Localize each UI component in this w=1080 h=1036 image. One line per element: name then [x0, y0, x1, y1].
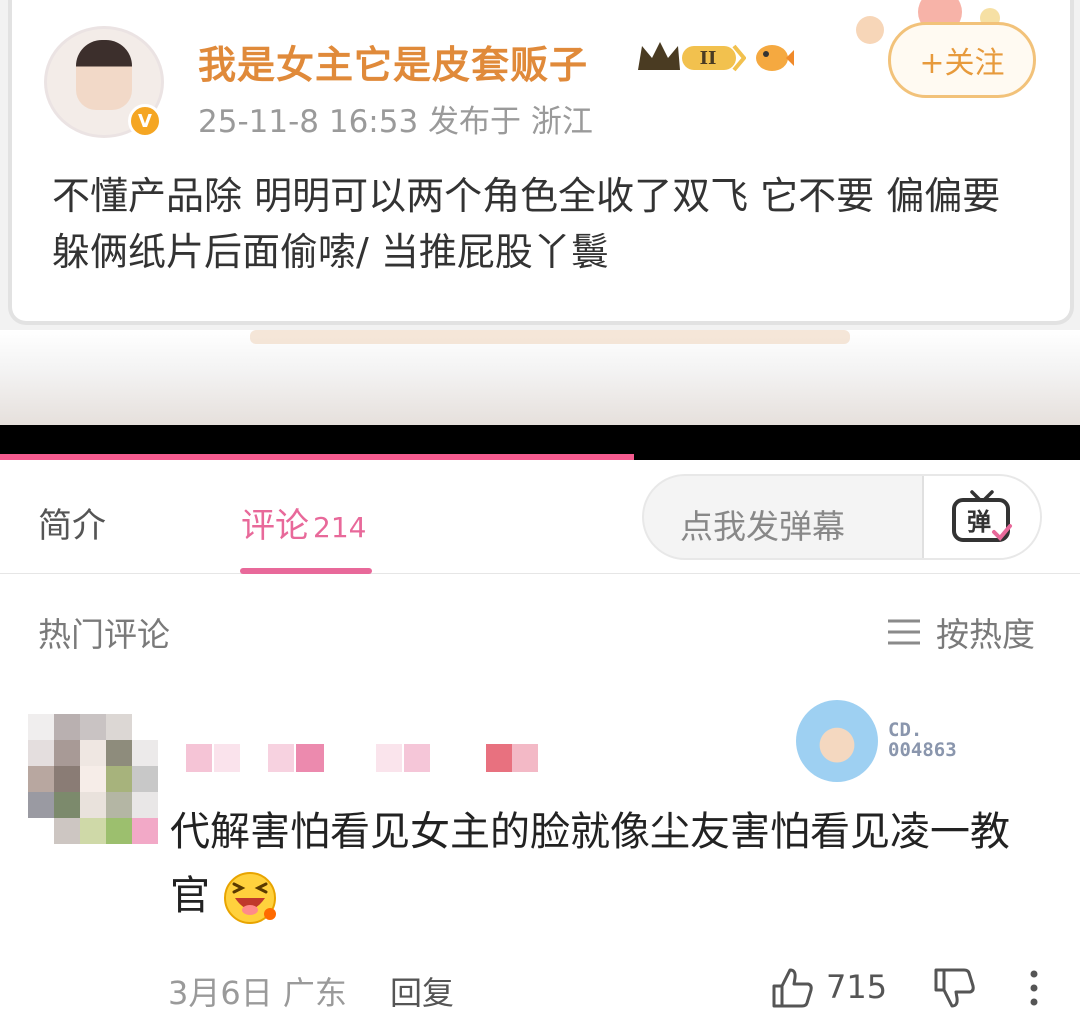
commenter-avatar[interactable]	[28, 714, 162, 848]
tab-intro[interactable]: 简介	[38, 498, 106, 547]
crown-level-icon: II	[638, 42, 746, 72]
danmaku-input[interactable]: 点我发弹幕	[680, 500, 845, 548]
fish-icon	[756, 45, 794, 71]
danmaku-icon-label: 弹	[967, 508, 991, 536]
commenter-name-pixelated[interactable]	[186, 744, 546, 772]
laughing-emoji-icon	[224, 872, 276, 924]
post-meta: 25-11-8 16:53 发布于 浙江	[198, 104, 593, 140]
thumbs-up-icon[interactable]	[770, 966, 814, 1010]
danmaku-toggle[interactable]: 弹	[924, 476, 1040, 558]
danmaku-tv-icon: 弹	[952, 490, 1012, 542]
comment-text-body: 代解害怕看见女主的脸就像尘友害怕看见凌一教官	[170, 809, 1010, 919]
comment-text: 代解害怕看见女主的脸就像尘友害怕看见凌一教官	[170, 800, 1040, 928]
follow-button[interactable]: +关注	[888, 22, 1036, 98]
reply-button[interactable]: 回复	[390, 968, 454, 1014]
fan-badge-code-line1: CD.	[888, 719, 923, 741]
tab-comments-count: 214	[313, 511, 367, 544]
fan-badge-code: CD. 004863	[888, 720, 957, 760]
more-vertical-icon[interactable]	[1026, 968, 1042, 1008]
danmaku-input-box[interactable]: 点我发弹幕 弹	[642, 474, 1042, 560]
avatar-face	[76, 40, 132, 110]
blurred-next-post	[0, 330, 1080, 425]
active-tab-indicator	[240, 568, 372, 574]
like-count: 715	[826, 968, 888, 1006]
post-author-name[interactable]: 我是女主它是皮套贩子	[198, 34, 588, 89]
sort-label: 按热度	[936, 615, 1035, 654]
post-screenshot: V 我是女主它是皮套贩子 II 25-11-8 16:53 发布于 浙江 +关注…	[0, 0, 1080, 425]
fan-badge-code-line2: 004863	[888, 739, 957, 761]
post-body-text: 不懂产品除 明明可以两个角色全收了双飞 它不要 偏偏要躲俩纸片后面偷嗦/ 当推屁…	[52, 174, 1001, 274]
tab-comments[interactable]: 评论 214	[241, 498, 366, 547]
fan-badge-avatar[interactable]	[796, 700, 878, 782]
verified-badge: V	[128, 104, 162, 138]
sort-button[interactable]: 按热度	[886, 608, 1035, 656]
thumbs-down-icon[interactable]	[932, 966, 976, 1010]
tab-bar: 简介 评论 214 点我发弹幕 弹	[0, 460, 1080, 574]
comment-date-location: 3月6日 广东	[168, 974, 347, 1012]
level-badge-text: II	[700, 48, 717, 69]
hot-comments-title: 热门评论	[38, 615, 170, 654]
tab-comments-label: 评论	[241, 506, 309, 546]
menu-lines-icon	[888, 619, 920, 645]
